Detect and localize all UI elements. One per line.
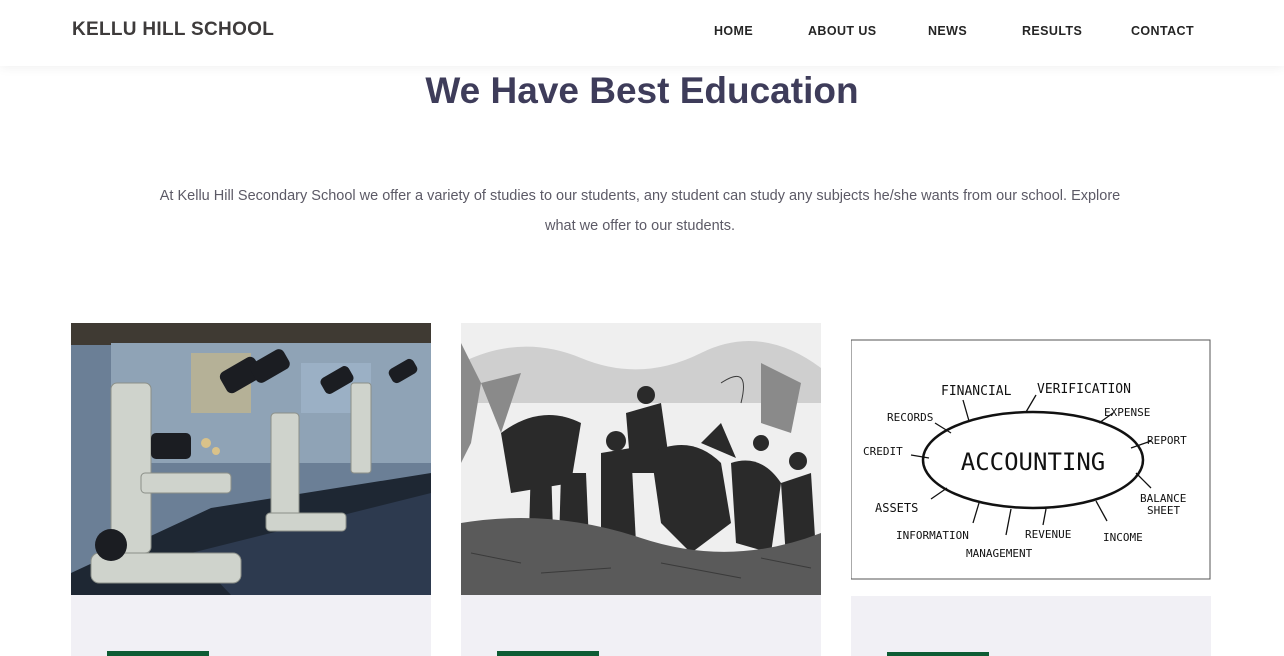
diagram-term-assets: ASSETS [875,501,918,515]
site-header: KELLU HILL SCHOOL HOME ABOUT US NEWS RES… [0,0,1284,66]
diagram-term-credit: CREDIT [863,445,903,458]
diagram-term-management: MANAGEMENT [966,547,1033,560]
diagram-term-information: INFORMATION [896,529,969,542]
course-card-accounting: ACCOUNTING FINANCIAL VERIFICATION RECORD… [851,323,1211,656]
nav-home[interactable]: HOME [714,24,753,38]
diagram-term-sheet: SHEET [1147,504,1180,517]
diagram-term-revenue: REVENUE [1025,528,1071,541]
card-button[interactable] [107,651,209,656]
diagram-term-expense: EXPENSE [1104,406,1150,419]
main-nav: HOME ABOUT US NEWS RESULTS CONTACT [0,24,1284,40]
diagram-term-income: INCOME [1103,531,1143,544]
card-button[interactable] [887,652,989,656]
card-body [851,596,1211,656]
card-body [71,595,431,656]
diagram-term-financial: FINANCIAL [941,384,1012,399]
nav-contact[interactable]: CONTACT [1131,24,1194,38]
nav-about-us[interactable]: ABOUT US [808,24,876,38]
card-body [461,595,821,656]
diagram-term-verification: VERIFICATION [1037,382,1131,397]
diagram-term-report: REPORT [1147,434,1187,447]
card-button[interactable] [497,651,599,656]
diagram-center-label: ACCOUNTING [961,448,1106,476]
course-card-history [461,323,821,656]
diagram-term-records: RECORDS [887,411,933,424]
accounting-mind-map: ACCOUNTING FINANCIAL VERIFICATION RECORD… [851,323,1211,595]
course-card-science [71,323,431,656]
nav-results[interactable]: RESULTS [1022,24,1082,38]
section-title: We Have Best Education [425,70,859,111]
microscopes-lab-photo [71,323,431,595]
historical-etching-illustration [461,323,821,595]
nav-news[interactable]: NEWS [928,24,967,38]
section-intro: At Kellu Hill Secondary School we offer … [159,188,1121,234]
